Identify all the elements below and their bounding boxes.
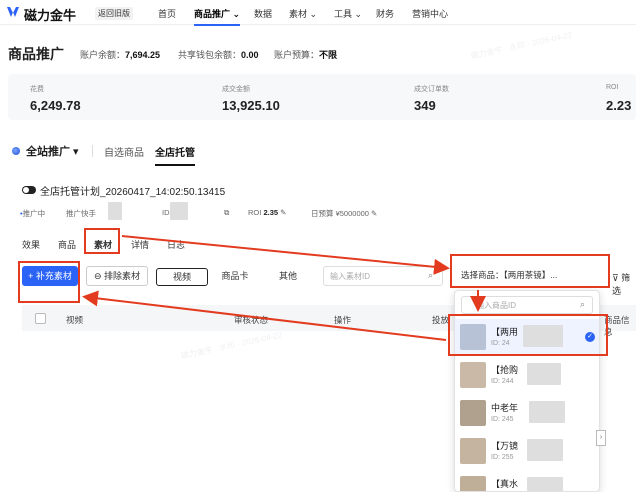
annotation-arrows bbox=[82, 235, 486, 341]
arrow-back-to-add bbox=[82, 290, 447, 341]
arrow-to-select bbox=[121, 235, 450, 275]
